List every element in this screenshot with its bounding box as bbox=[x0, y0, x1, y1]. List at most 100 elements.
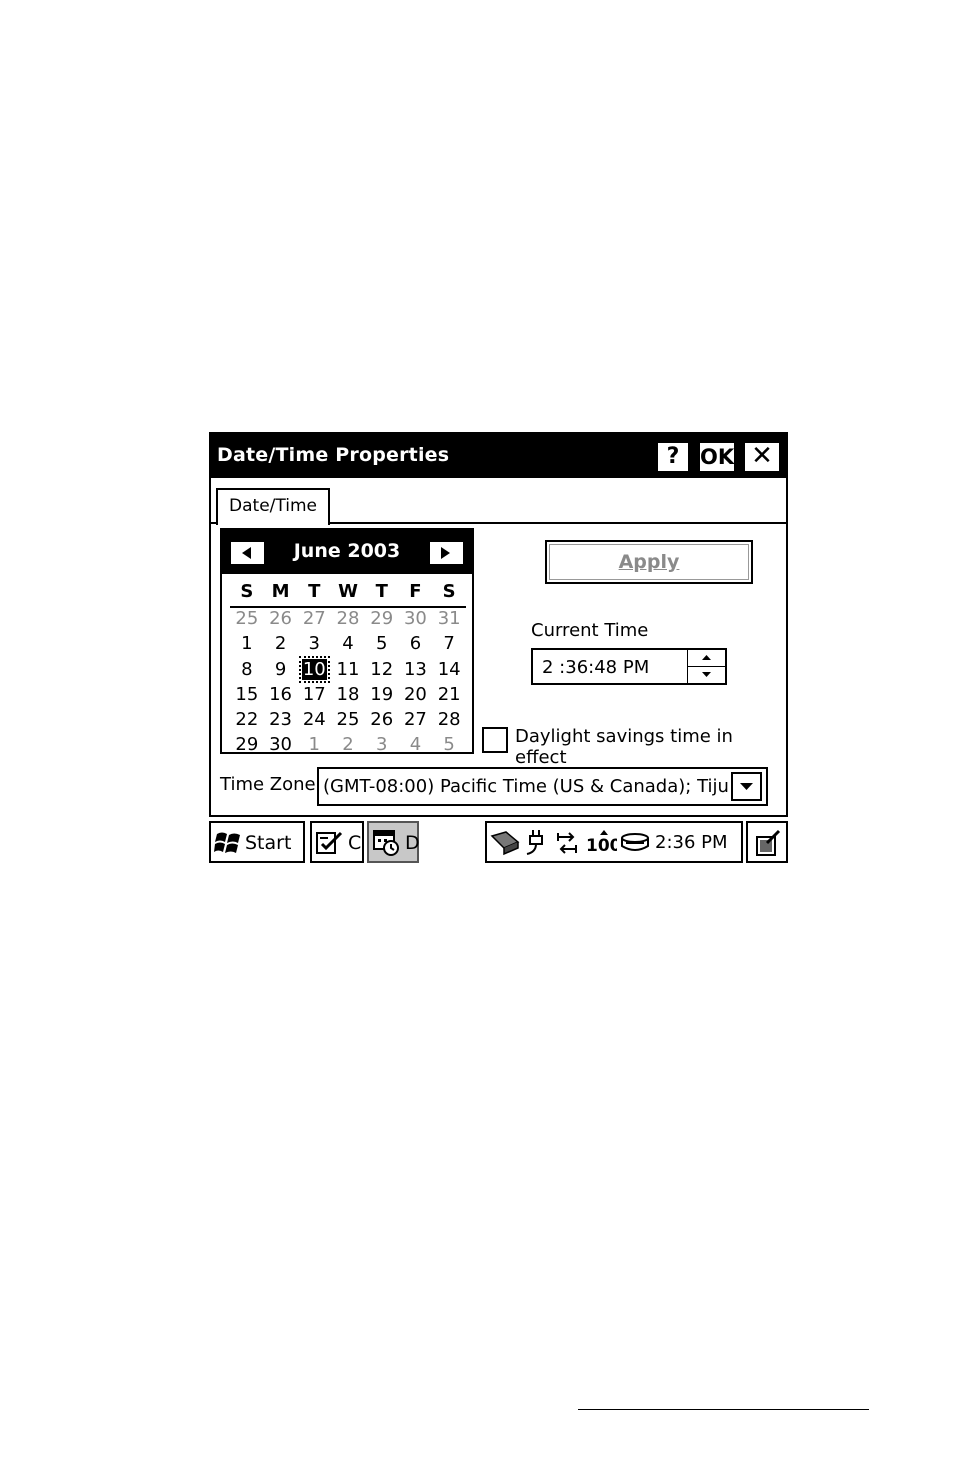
calendar-day[interactable]: 15 bbox=[230, 682, 264, 707]
calendar-day-number: 3 bbox=[308, 633, 320, 655]
calendar-day[interactable]: 6 bbox=[399, 631, 433, 656]
time-zone-dropdown-button[interactable] bbox=[731, 772, 762, 801]
calendar-day[interactable]: 7 bbox=[432, 631, 466, 656]
calendar-day-other-month[interactable]: 27 bbox=[297, 606, 331, 631]
calendar-day[interactable]: 22 bbox=[230, 707, 264, 732]
network-icon[interactable] bbox=[490, 830, 520, 856]
calendar-day[interactable]: 28 bbox=[432, 707, 466, 732]
calendar-day[interactable]: 5 bbox=[365, 631, 399, 656]
calendar-day[interactable]: 29 bbox=[230, 732, 264, 757]
calendar-day-number: 5 bbox=[443, 734, 455, 756]
calendar-day[interactable]: 3 bbox=[297, 631, 331, 656]
calendar-day[interactable]: 17 bbox=[297, 682, 331, 707]
chevron-down-icon bbox=[740, 783, 753, 790]
calendar-day[interactable]: 8 bbox=[230, 657, 264, 682]
tab-date-time[interactable]: Date/Time bbox=[216, 488, 330, 525]
calendar-day[interactable]: 23 bbox=[264, 707, 298, 732]
apply-button[interactable]: Apply bbox=[545, 540, 753, 584]
sync-arrows-icon[interactable] bbox=[555, 831, 579, 855]
calendar-day-number: 9 bbox=[274, 658, 287, 680]
calendar-day-number: 28 bbox=[437, 709, 461, 731]
show-desktop-button[interactable] bbox=[746, 821, 788, 863]
taskbar-clock[interactable]: 2:36 PM bbox=[655, 832, 728, 853]
calendar-day[interactable]: 24 bbox=[297, 707, 331, 732]
calendar-day-selected[interactable]: 10 bbox=[297, 655, 331, 683]
taskbar: Start C D 100 2:36 PM bbox=[209, 819, 788, 865]
calendar-day-number: 17 bbox=[302, 683, 326, 705]
calendar-day[interactable]: 25 bbox=[331, 707, 365, 732]
title-bar: Date/Time Properties ? OK ✕ bbox=[211, 434, 786, 478]
calendar-header: June 2003 bbox=[222, 530, 472, 574]
weekday-label: W bbox=[338, 581, 358, 602]
calendar-day-number: 16 bbox=[269, 683, 293, 705]
calendar-day-number: 20 bbox=[403, 683, 427, 705]
taskbar-item-label: D bbox=[405, 832, 420, 854]
calendar-day-number: 29 bbox=[370, 608, 394, 629]
calendar-day[interactable]: 20 bbox=[399, 682, 433, 707]
calendar-day-other-month[interactable]: 29 bbox=[365, 606, 399, 631]
battery-level-icon[interactable]: 100 bbox=[585, 829, 617, 857]
calendar-day[interactable]: 1 bbox=[230, 631, 264, 656]
power-plug-icon[interactable] bbox=[523, 828, 549, 858]
calendar-day-other-month[interactable]: 3 bbox=[365, 732, 399, 757]
calendar-day[interactable]: 21 bbox=[432, 682, 466, 707]
taskbar-item-date-time[interactable]: D bbox=[367, 821, 420, 863]
close-button[interactable]: ✕ bbox=[744, 442, 780, 472]
calendar-day-number: 25 bbox=[235, 608, 259, 629]
daylight-savings-checkbox[interactable] bbox=[482, 727, 508, 753]
calendar-day-other-month[interactable]: 5 bbox=[432, 732, 466, 757]
calendar-day[interactable]: 2 bbox=[264, 631, 298, 656]
calendar-day-number: 27 bbox=[403, 709, 427, 731]
calendar-day[interactable]: 4 bbox=[331, 631, 365, 656]
calendar-day[interactable]: 9 bbox=[264, 657, 298, 682]
storage-disk-icon[interactable] bbox=[620, 832, 652, 854]
desktop-icon bbox=[756, 829, 781, 856]
calendar-day-number: 30 bbox=[269, 734, 293, 756]
calendar-day-grid: 25 26 27 28 29 30 31 1 2 3 4 5 6 7 8 9 10 11 12 13 14 15 16 17 1… bbox=[230, 606, 466, 758]
weekday-label: T bbox=[308, 581, 321, 602]
control-panel-icon bbox=[316, 831, 343, 854]
calendar-day-other-month[interactable]: 1 bbox=[297, 732, 331, 757]
calendar-day[interactable]: 14 bbox=[432, 657, 466, 682]
current-time-field[interactable]: 2 :36:48 PM bbox=[531, 648, 727, 685]
taskbar-item-control-panel[interactable]: C bbox=[310, 821, 364, 863]
calendar-day-number: 30 bbox=[403, 608, 427, 629]
calendar-day[interactable]: 11 bbox=[331, 657, 365, 682]
calendar-day-other-month[interactable]: 2 bbox=[331, 732, 365, 757]
ok-button[interactable]: OK bbox=[699, 442, 735, 472]
time-increment-button[interactable] bbox=[688, 650, 726, 667]
current-time-label: Current Time bbox=[531, 620, 649, 641]
next-month-button[interactable] bbox=[430, 542, 463, 564]
calendar-day-other-month[interactable]: 31 bbox=[432, 606, 466, 631]
calendar-day-number: 15 bbox=[235, 683, 259, 705]
calendar-day[interactable]: 16 bbox=[264, 682, 298, 707]
windows-logo-icon bbox=[214, 832, 240, 853]
calendar-day[interactable]: 19 bbox=[365, 682, 399, 707]
calendar-day-number: 13 bbox=[403, 658, 427, 680]
calendar-day-other-month[interactable]: 26 bbox=[264, 606, 298, 631]
calendar-day-number: 11 bbox=[336, 658, 360, 680]
calendar-day[interactable]: 13 bbox=[399, 657, 433, 682]
calendar-day-other-month[interactable]: 4 bbox=[399, 732, 433, 757]
daylight-savings-label[interactable]: Daylight savings time in effect bbox=[515, 726, 786, 768]
start-label: Start bbox=[245, 832, 292, 854]
calendar-day[interactable]: 12 bbox=[365, 657, 399, 682]
help-button[interactable]: ? bbox=[657, 442, 689, 472]
calendar-day-other-month[interactable]: 30 bbox=[399, 606, 433, 631]
start-button[interactable]: Start bbox=[209, 821, 305, 863]
time-zone-label: Time Zone bbox=[220, 774, 316, 795]
calendar-day-other-month[interactable]: 28 bbox=[331, 606, 365, 631]
calendar-day-number: 10 bbox=[298, 655, 330, 683]
calendar-day-number: 6 bbox=[409, 633, 422, 655]
current-time-value[interactable]: 2 :36:48 PM bbox=[542, 657, 649, 678]
calendar-day[interactable]: 26 bbox=[365, 707, 399, 732]
calendar-day-number: 28 bbox=[336, 608, 360, 629]
calendar-day-other-month[interactable]: 25 bbox=[230, 606, 264, 631]
time-decrement-button[interactable] bbox=[688, 667, 726, 683]
taskbar-item-label: C bbox=[348, 832, 362, 854]
calendar-day[interactable]: 18 bbox=[331, 682, 365, 707]
calendar-day[interactable]: 27 bbox=[399, 707, 433, 732]
time-zone-select[interactable]: (GMT-08:00) Pacific Time (US & Canada); … bbox=[317, 767, 768, 806]
calendar-day-number: 8 bbox=[241, 658, 253, 680]
calendar-day[interactable]: 30 bbox=[264, 732, 298, 757]
